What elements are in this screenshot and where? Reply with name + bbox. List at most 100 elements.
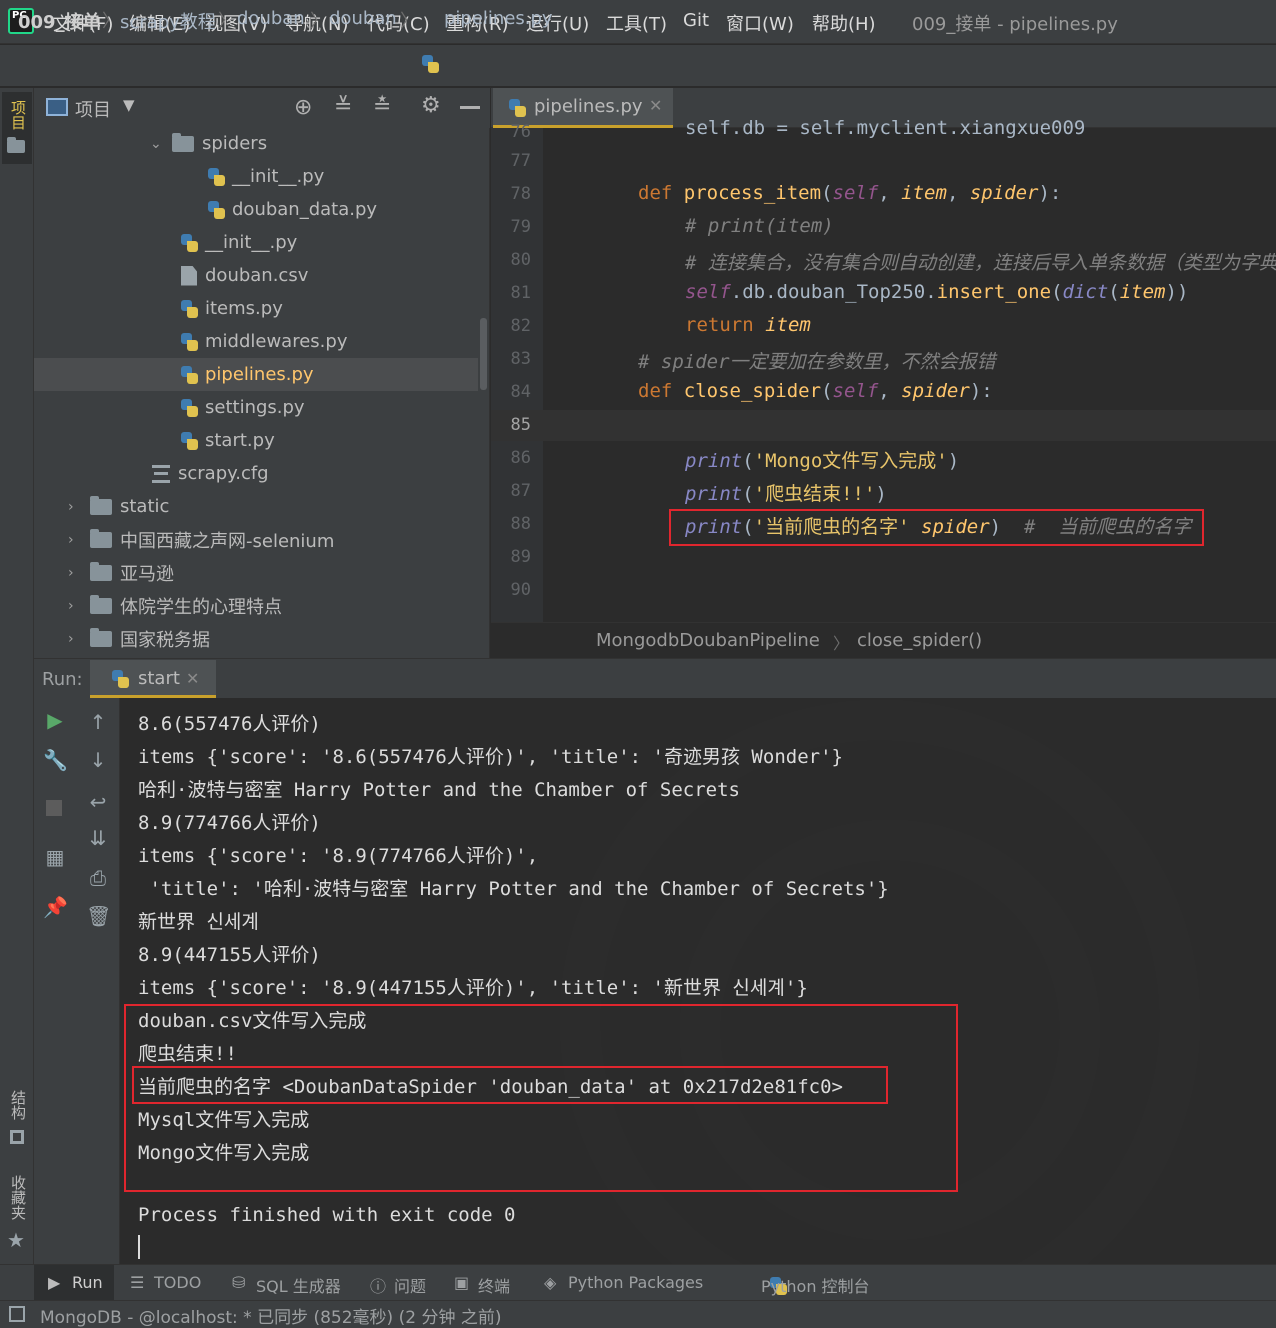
breadcrumb-separator: 〉 [833, 634, 850, 653]
scroll-to-end-icon[interactable]: ⇊ [86, 826, 110, 850]
tree-folder-tibet[interactable]: › 中国西藏之声网-selenium [34, 523, 490, 556]
stop-icon[interactable] [46, 800, 62, 816]
gear-icon[interactable]: ⚙ [421, 93, 441, 118]
close-icon[interactable]: ✕ [649, 96, 662, 115]
project-scrollbar[interactable] [480, 318, 487, 390]
folder-icon [172, 132, 194, 152]
chevron-right-icon[interactable]: › [68, 532, 90, 548]
console-cursor [138, 1235, 140, 1259]
wrench-icon[interactable]: 🔧 [43, 748, 68, 772]
play-icon: ▶ [48, 1273, 61, 1292]
bottom-tab-terminal[interactable]: 终端 [478, 1273, 510, 1297]
chevron-down-icon[interactable]: ⌄ [150, 136, 172, 152]
console-line: items {'score': '8.6(557476人评价)', 'title… [138, 746, 843, 768]
bottom-tab-problems[interactable]: 问题 [394, 1273, 426, 1297]
tree-folder-spiders[interactable]: ⌄ spiders [34, 127, 490, 160]
tree-file-settings[interactable]: settings.py [34, 391, 490, 424]
tree-item-label: pipelines.py [205, 364, 314, 385]
current-line-highlight [491, 410, 1276, 441]
breadcrumb-folder[interactable]: douban [237, 8, 305, 29]
breadcrumb-separator: 〉 [218, 11, 236, 32]
run-tab-start[interactable]: start ✕ [90, 660, 216, 698]
bottom-tab-run[interactable]: Run [72, 1273, 103, 1292]
tree-folder-psychology[interactable]: › 体院学生的心理特点 [34, 589, 490, 622]
menu-window[interactable]: 窗口(W) [726, 10, 794, 36]
tree-file-middlewares[interactable]: middlewares.py [34, 325, 490, 358]
chevron-right-icon[interactable]: › [68, 598, 90, 614]
breadcrumb-separator: 〉 [400, 11, 418, 32]
line-number: 89 [510, 547, 531, 567]
breadcrumb-folder[interactable]: douban [329, 8, 397, 29]
tree-item-label: __init__.py [205, 232, 298, 253]
highlight-box-spider-name [132, 1066, 888, 1104]
tree-file-start[interactable]: start.py [34, 424, 490, 457]
menu-git[interactable]: Git [683, 10, 709, 31]
soft-wrap-icon[interactable]: ↩ [86, 790, 110, 814]
close-icon[interactable]: ✕ [186, 669, 199, 688]
tree-file-init-spiders[interactable]: __init__.py [34, 160, 490, 193]
csv-file-icon [181, 265, 197, 286]
tree-file-douban-csv[interactable]: douban.csv [34, 259, 490, 292]
print-icon[interactable]: ⎙ [86, 866, 110, 890]
project-title[interactable]: 项目 [75, 96, 111, 122]
pin-icon[interactable]: 📌 [43, 895, 68, 919]
project-tool-button[interactable]: 项目 [2, 92, 32, 164]
menu-tools[interactable]: 工具(T) [606, 10, 667, 36]
status-text: MongoDB - @localhost: * 已同步 (852毫秒) (2 分… [40, 1308, 502, 1328]
list-icon: ☰ [130, 1273, 145, 1292]
folder-icon [90, 528, 112, 548]
expand-all-icon[interactable]: ≚ [334, 94, 352, 119]
tree-item-label: scrapy.cfg [178, 463, 269, 484]
editor-breadcrumb-class[interactable]: MongodbDoubanPipeline [596, 630, 820, 651]
bottom-tab-sql-generator[interactable]: SQL 生成器 [256, 1273, 341, 1297]
project-tool-label: 项目 [9, 100, 27, 130]
trash-icon[interactable]: 🗑 [86, 904, 111, 928]
run-label: Run: [42, 669, 83, 690]
arrow-down-icon[interactable]: ↓ [86, 748, 110, 772]
tree-folder-static[interactable]: › static [34, 490, 490, 523]
tree-file-douban-data[interactable]: douban_data.py [34, 193, 490, 226]
hide-panel-icon[interactable] [460, 106, 480, 109]
run-toolbar-primary [34, 698, 74, 1264]
code-line-76: self.db = self.myclient.xiangxue009 [685, 117, 1086, 139]
breadcrumb-project[interactable]: 009_接单 [18, 8, 101, 34]
console-line: 新世界 신세계 [138, 911, 259, 933]
tree-folder-amazon[interactable]: › 亚马逊 [34, 556, 490, 589]
rerun-icon[interactable]: ▶ [43, 708, 67, 732]
panel-toggle-icon[interactable] [9, 1306, 25, 1322]
chevron-right-icon[interactable]: › [68, 631, 90, 647]
run-tab-label: start [138, 668, 180, 689]
collapse-all-icon[interactable]: ≛ [373, 94, 391, 119]
favorites-tool-label[interactable]: 收藏夹 [8, 1175, 29, 1220]
tree-file-pipelines[interactable]: pipelines.py [34, 358, 478, 391]
chevron-right-icon[interactable]: › [68, 499, 90, 515]
highlight-box-code [669, 509, 1204, 546]
bottom-tab-python-packages[interactable]: Python Packages [568, 1273, 703, 1292]
python-file-icon [206, 167, 226, 187]
editor-breadcrumb-method[interactable]: close_spider() [857, 630, 982, 651]
folder-icon [90, 594, 112, 614]
breadcrumb [0, 45, 1276, 87]
folder-icon [90, 561, 112, 581]
tree-item-label: start.py [205, 430, 275, 451]
line-number: 86 [510, 448, 531, 468]
structure-icon [10, 1130, 24, 1144]
chevron-right-icon[interactable]: › [68, 565, 90, 581]
line-number: 79 [510, 217, 531, 237]
chevron-down-icon[interactable]: ▼ [123, 96, 135, 114]
breadcrumb-folder[interactable]: scrapy教程 [120, 8, 216, 34]
tree-folder-tax[interactable]: › 国家税务据 [34, 622, 490, 655]
bottom-tab-python-console[interactable]: Python 控制台 [761, 1273, 870, 1297]
locate-icon[interactable]: ⊕ [294, 95, 312, 120]
menu-help[interactable]: 帮助(H) [812, 10, 876, 36]
structure-tool-label[interactable]: 结构 [8, 1090, 29, 1120]
tree-item-label: middlewares.py [205, 331, 348, 352]
layout-icon[interactable]: ▦ [43, 845, 67, 869]
bottom-tab-todo[interactable]: TODO [154, 1273, 201, 1292]
tree-file-items[interactable]: items.py [34, 292, 490, 325]
tree-file-scrapy-cfg[interactable]: scrapy.cfg [34, 457, 490, 490]
tree-item-label: 体院学生的心理特点 [120, 596, 282, 618]
tree-file-init[interactable]: __init__.py [34, 226, 490, 259]
arrow-up-icon[interactable]: ↑ [86, 710, 110, 734]
breadcrumb-file[interactable]: pipelines.py [444, 8, 553, 29]
